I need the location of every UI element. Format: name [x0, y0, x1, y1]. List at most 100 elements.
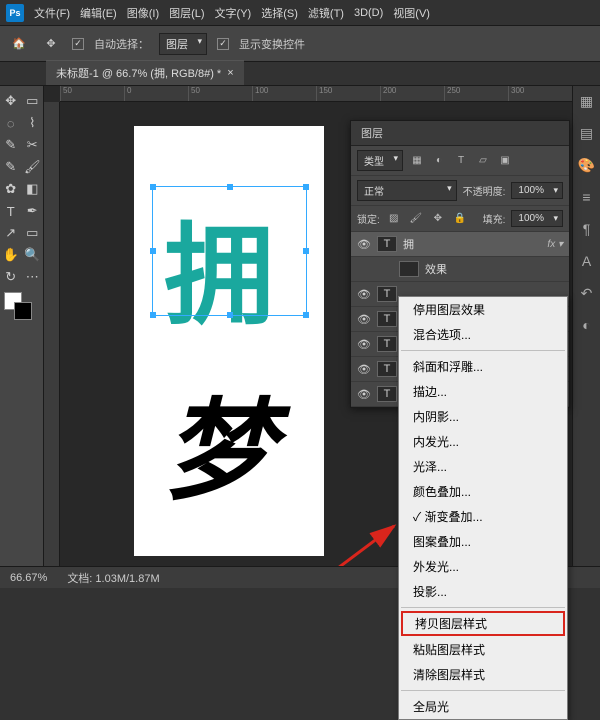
context-menu-item[interactable]: ✓ 渐变叠加... — [399, 504, 567, 529]
menu-file[interactable]: 文件(F) — [34, 5, 70, 21]
clone-tool[interactable]: ✿ — [0, 178, 22, 200]
dock-swatches-icon[interactable]: ▤ — [578, 124, 596, 142]
dock-history-icon[interactable]: ↶ — [578, 284, 596, 302]
eraser-tool[interactable]: ◧ — [22, 178, 44, 200]
context-menu-item[interactable]: 清除图层样式 — [399, 662, 567, 687]
blend-mode-dropdown[interactable]: 正常 — [357, 180, 457, 201]
brush-tool[interactable]: 🖌 — [22, 156, 44, 178]
visibility-icon[interactable]: 👁 — [357, 313, 371, 326]
context-menu-item[interactable]: 光泽... — [399, 454, 567, 479]
layer-row[interactable]: 效果 — [351, 257, 569, 282]
path-tool[interactable]: ↗ — [0, 222, 22, 244]
layer-thumb — [399, 261, 419, 277]
zoom-tool[interactable]: 🔍 — [22, 244, 44, 266]
lock-transparent-icon[interactable]: ▨ — [386, 211, 402, 227]
visibility-icon[interactable]: 👁 — [357, 363, 371, 376]
crop-tool[interactable]: ✂ — [22, 134, 44, 156]
home-icon[interactable]: 🏠 — [8, 33, 30, 55]
context-menu-item[interactable]: 粘贴图层样式 — [399, 637, 567, 662]
zoom-level[interactable]: 66.67% — [10, 572, 47, 584]
lock-pixels-icon[interactable]: 🖌 — [408, 211, 424, 227]
menubar: Ps 文件(F) 编辑(E) 图像(I) 图层(L) 文字(Y) 选择(S) 滤… — [0, 0, 600, 26]
visibility-icon[interactable]: 👁 — [357, 388, 371, 401]
rotate-tool[interactable]: ↻ — [0, 266, 22, 288]
text-layer-1[interactable]: 拥 — [164, 186, 274, 346]
context-menu-item[interactable]: 内阴影... — [399, 404, 567, 429]
dock-character-icon[interactable]: A — [578, 252, 596, 270]
marquee-tool[interactable]: ◌ — [0, 112, 22, 134]
auto-select-target-dropdown[interactable]: 图层 — [159, 33, 207, 55]
context-menu-item[interactable]: 停用图层效果 — [399, 297, 567, 322]
context-menu-item[interactable]: 全局光 — [399, 694, 567, 719]
fill-label: 填充: — [483, 211, 506, 226]
ruler-horizontal: 50050100150200250300 — [60, 86, 572, 102]
dock-adjustments-icon[interactable]: ≡ — [578, 188, 596, 206]
color-swatches[interactable] — [0, 292, 43, 322]
move-tool[interactable]: ✥ — [0, 90, 22, 112]
artboard-tool[interactable]: ▭ — [22, 90, 44, 112]
menu-select[interactable]: 选择(S) — [261, 5, 298, 21]
lock-label: 锁定: — [357, 211, 380, 226]
context-menu-item[interactable]: 颜色叠加... — [399, 479, 567, 504]
layer-name[interactable]: 效果 — [425, 261, 563, 277]
visibility-icon[interactable]: 👁 — [357, 288, 371, 301]
layer-thumb: T — [377, 286, 397, 302]
shape-tool[interactable]: ▭ — [22, 222, 44, 244]
pen-tool[interactable]: ✒ — [22, 200, 44, 222]
type-tool[interactable]: T — [0, 200, 22, 222]
filter-shape-icon[interactable]: ▱ — [475, 153, 491, 169]
lasso-tool[interactable]: ⌇ — [22, 112, 44, 134]
filter-adjust-icon[interactable]: ◐ — [431, 153, 447, 169]
menu-layer[interactable]: 图层(L) — [169, 5, 204, 21]
hand-tool[interactable]: ✋ — [0, 244, 22, 266]
menu-filter[interactable]: 滤镜(T) — [308, 5, 344, 21]
fx-badge[interactable]: fx ▾ — [547, 239, 563, 250]
context-menu-item[interactable]: 图案叠加... — [399, 529, 567, 554]
filter-type-icon[interactable]: T — [453, 153, 469, 169]
dock-paragraph-icon[interactable]: ¶ — [578, 220, 596, 238]
context-menu-item[interactable]: 外发光... — [399, 554, 567, 579]
lock-all-icon[interactable]: 🔒 — [452, 211, 468, 227]
auto-select-checkbox[interactable]: ✓ — [72, 38, 84, 50]
background-swatch[interactable] — [14, 302, 32, 320]
opacity-value[interactable]: 100% — [511, 182, 563, 199]
fill-value[interactable]: 100% — [511, 210, 563, 227]
layer-row[interactable]: 👁T拥fx ▾ — [351, 232, 569, 257]
close-tab-icon[interactable]: × — [227, 67, 233, 79]
filter-smart-icon[interactable]: ▣ — [497, 153, 513, 169]
context-menu-item[interactable]: 拷贝图层样式 — [401, 611, 565, 636]
text-layer-2[interactable]: 梦 — [164, 361, 274, 521]
menu-3d[interactable]: 3D(D) — [354, 7, 383, 19]
visibility-icon[interactable]: 👁 — [357, 238, 371, 251]
layer-thumb: T — [377, 311, 397, 327]
visibility-icon[interactable]: 👁 — [357, 338, 371, 351]
menu-image[interactable]: 图像(I) — [127, 5, 159, 21]
panel-dock: ▦ ▤ 🎨 ≡ ¶ A ↶ ◐ — [572, 86, 600, 566]
app-logo: Ps — [6, 4, 24, 22]
document-canvas[interactable]: 拥 梦 — [134, 126, 324, 556]
filter-kind-dropdown[interactable]: 类型 — [357, 150, 403, 171]
context-menu-item[interactable]: 描边... — [399, 379, 567, 404]
context-menu-item[interactable]: 内发光... — [399, 429, 567, 454]
auto-select-label: 自动选择： — [94, 36, 149, 52]
context-menu-item[interactable]: 斜面和浮雕... — [399, 354, 567, 379]
document-tab[interactable]: 未标题-1 @ 66.7% (拥, RGB/8#) * × — [46, 60, 244, 85]
lock-position-icon[interactable]: ✥ — [430, 211, 446, 227]
show-transform-checkbox[interactable]: ✓ — [217, 38, 229, 50]
layer-thumb: T — [377, 361, 397, 377]
move-tool-icon[interactable]: ✥ — [40, 33, 62, 55]
dock-cc-icon[interactable]: ◐ — [578, 316, 596, 334]
menu-view[interactable]: 视图(V) — [393, 5, 430, 21]
dock-histogram-icon[interactable]: ▦ — [578, 92, 596, 110]
edit-toolbar[interactable]: ⋯ — [22, 266, 44, 288]
menu-type[interactable]: 文字(Y) — [215, 5, 252, 21]
filter-pixel-icon[interactable]: ▦ — [409, 153, 425, 169]
dock-color-icon[interactable]: 🎨 — [578, 156, 596, 174]
context-menu-item[interactable]: 混合选项... — [399, 322, 567, 347]
context-menu-item[interactable]: 投影... — [399, 579, 567, 604]
layer-name[interactable]: 拥 — [403, 236, 541, 252]
layers-panel-tab[interactable]: 图层 — [351, 121, 569, 146]
menu-edit[interactable]: 编辑(E) — [80, 5, 117, 21]
quick-select-tool[interactable]: ✎ — [0, 134, 22, 156]
eyedropper-tool[interactable]: ✎ — [0, 156, 22, 178]
